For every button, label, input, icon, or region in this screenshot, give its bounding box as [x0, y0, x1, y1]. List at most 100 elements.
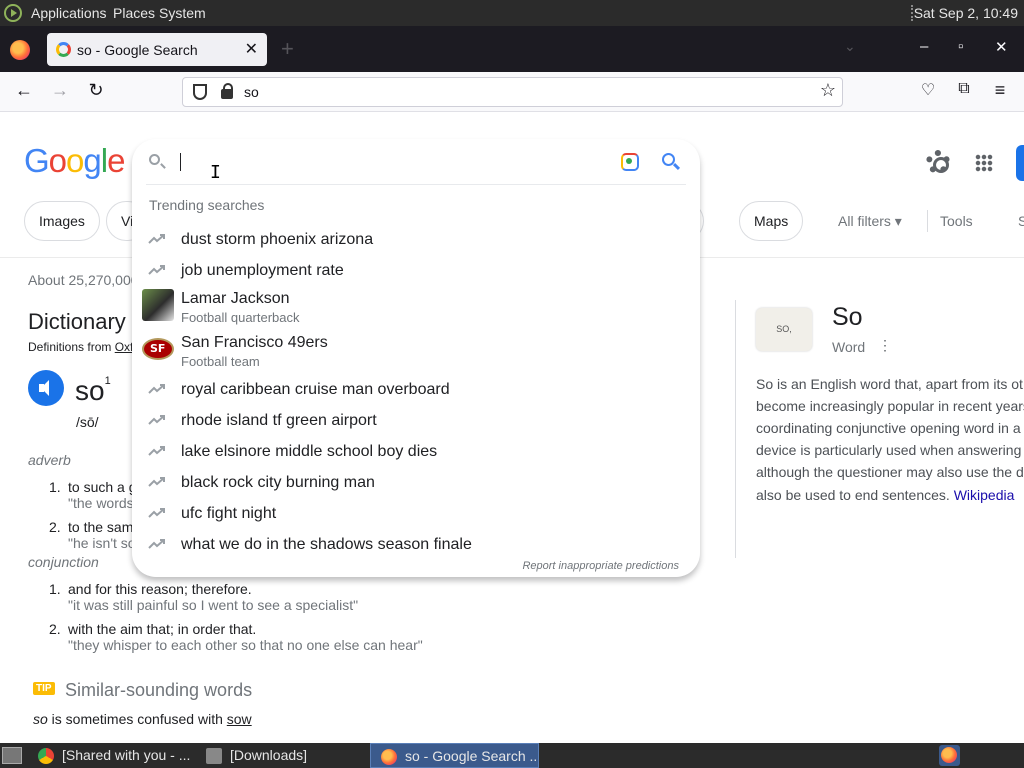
workspace-switcher[interactable] [939, 745, 960, 766]
google-favicon-icon [56, 42, 71, 57]
suggestion-text: dust storm phoenix arizona [181, 231, 374, 248]
reload-icon[interactable]: ↻ [84, 80, 108, 101]
definition-example: "he isn't so [68, 535, 136, 551]
url-text[interactable]: so [244, 84, 259, 100]
phonetic: /sō/ [76, 414, 99, 430]
suggestion-item[interactable]: lake elsinore middle school boy dies [132, 437, 700, 468]
knowledge-panel-subtitle: Word [832, 339, 866, 355]
49ers-logo [142, 338, 174, 360]
suggestion-item[interactable]: black rock city burning man [132, 468, 700, 499]
minimize-button[interactable]: – [920, 38, 928, 55]
hamburger-menu-icon[interactable]: ≡ [988, 80, 1012, 101]
tools-button[interactable]: Tools [940, 213, 973, 229]
confused-with-line: so is sometimes confused with sow [33, 711, 252, 727]
dictionary-title: Dictionary [28, 309, 126, 334]
trending-arrow-icon [148, 415, 165, 425]
wikipedia-link[interactable]: Wikipedia [954, 487, 1015, 503]
trending-header: Trending searches [149, 197, 265, 213]
definition-text: to the sam [68, 519, 134, 535]
suggestion-item[interactable]: San Francisco 49ers Football team [132, 334, 700, 378]
tab-title: so - Google Search [77, 42, 198, 58]
trending-arrow-icon [148, 446, 165, 456]
taskbar-item-chrome[interactable]: [Shared with you - ... [28, 743, 194, 768]
show-desktop-icon[interactable] [2, 747, 22, 764]
firefox-icon [941, 747, 957, 763]
suggestion-text: lake elsinore middle school boy dies [181, 443, 438, 460]
forward-arrow-icon[interactable]: → [48, 80, 72, 101]
url-bar[interactable]: so ☆ [182, 77, 843, 107]
definition-example: "the words [68, 495, 134, 511]
back-arrow-icon[interactable]: ← [12, 80, 36, 101]
menu-places[interactable]: Places [113, 5, 155, 21]
suggestion-item[interactable]: Lamar Jackson Football quarterback [132, 289, 700, 334]
distro-logo-icon[interactable] [4, 4, 22, 22]
lamar-jackson-photo [142, 289, 174, 321]
list-tabs-chevron-icon[interactable]: ⌄ [844, 38, 856, 55]
suggestion-text: rhode island tf green airport [181, 412, 377, 429]
lock-icon[interactable] [221, 83, 233, 99]
oxford-link[interactable]: Oxf [115, 340, 134, 354]
sow-link[interactable]: sow [227, 711, 252, 727]
results-count: About 25,270,000 [28, 272, 139, 288]
taskbar-item-firefox[interactable]: so - Google Search ... [370, 743, 539, 768]
google-logo[interactable]: Google [24, 142, 125, 180]
search-submit-icon[interactable] [662, 153, 675, 166]
pocket-icon[interactable]: ♡ [916, 80, 940, 100]
folder-icon [206, 748, 222, 764]
suggestion-item[interactable]: ufc fight night [132, 499, 700, 530]
filter-divider [927, 210, 928, 232]
suggestion-item[interactable]: job unemployment rate [132, 256, 700, 287]
suggestion-text: job unemployment rate [181, 262, 344, 279]
suggestion-item[interactable]: what we do in the shadows season finale [132, 530, 700, 561]
taskbar-item-downloads[interactable]: [Downloads] [196, 743, 366, 768]
chip-maps[interactable]: Maps [739, 201, 804, 241]
search-suggestions-dropdown: Trending searches dust storm phoenix ari… [132, 139, 700, 577]
more-options-icon[interactable]: ⋮ [878, 337, 892, 354]
search-input[interactable] [180, 153, 181, 171]
chip-images[interactable]: Images [24, 201, 100, 241]
google-apps-grid-icon[interactable] [975, 154, 993, 172]
extensions-puzzle-icon[interactable]: ⧉ [952, 80, 976, 98]
trending-arrow-icon [148, 384, 165, 394]
suggestion-text: royal caribbean cruise man overboard [181, 381, 450, 398]
menu-system[interactable]: System [159, 5, 206, 21]
kp-description-line: So is an English word that, apart from i… [756, 376, 1023, 392]
similar-sounding-title: Similar-sounding words [65, 680, 253, 700]
maximize-button[interactable]: ▫ [958, 38, 963, 55]
suggestion-item[interactable]: dust storm phoenix arizona [132, 225, 700, 256]
definition-text: and for this reason; therefore. [68, 581, 252, 597]
knowledge-panel-image[interactable]: SO, [756, 308, 812, 351]
tracking-protection-shield-icon[interactable] [193, 84, 207, 100]
firefox-view-icon[interactable] [10, 40, 30, 60]
suggestion-subtext: Football quarterback [181, 310, 300, 325]
definitions-source: Definitions from Oxf [28, 340, 134, 354]
bookmark-star-icon[interactable]: ☆ [820, 80, 836, 101]
kp-description-line: also be used to end sentences. Wikipedia [756, 487, 1015, 503]
report-predictions-link[interactable]: Report inappropriate predictions [522, 560, 679, 572]
definition-text: with the aim that; in order that. [68, 621, 257, 637]
google-lens-icon[interactable] [621, 153, 639, 171]
new-tab-button[interactable]: + [281, 36, 294, 62]
tab-google-search[interactable]: so - Google Search ✕ [47, 33, 267, 66]
search-icon [149, 154, 160, 165]
def-number: 2. [49, 621, 61, 637]
all-filters-button[interactable]: All filters ▾ [838, 213, 902, 230]
safesearch-edge[interactable]: S [1018, 213, 1024, 229]
suggestion-item[interactable]: rhode island tf green airport [132, 406, 700, 437]
sign-in-button[interactable] [1016, 145, 1024, 181]
suggestion-text: San Francisco 49ers [181, 334, 328, 351]
mouse-ibeam-cursor: I [210, 162, 221, 183]
suggestion-item[interactable]: royal caribbean cruise man overboard [132, 375, 700, 406]
tab-close-icon[interactable]: ✕ [245, 39, 258, 59]
close-window-button[interactable]: ✕ [995, 38, 1008, 56]
pronounce-speaker-icon[interactable] [28, 370, 64, 406]
clock[interactable]: Sat Sep 2, 10:49 [914, 5, 1018, 21]
definition-example: "they whisper to each other so that no o… [68, 637, 423, 653]
trending-arrow-icon [148, 265, 165, 275]
kp-description-line: although the questioner may also use the… [756, 464, 1024, 480]
tab-strip: so - Google Search ✕ + ⌄ – ▫ ✕ [0, 26, 1024, 72]
menu-applications[interactable]: Applications [31, 5, 107, 21]
suggestion-text: what we do in the shadows season finale [181, 536, 472, 553]
settings-gear-icon[interactable] [926, 150, 950, 174]
chrome-icon [38, 748, 54, 764]
